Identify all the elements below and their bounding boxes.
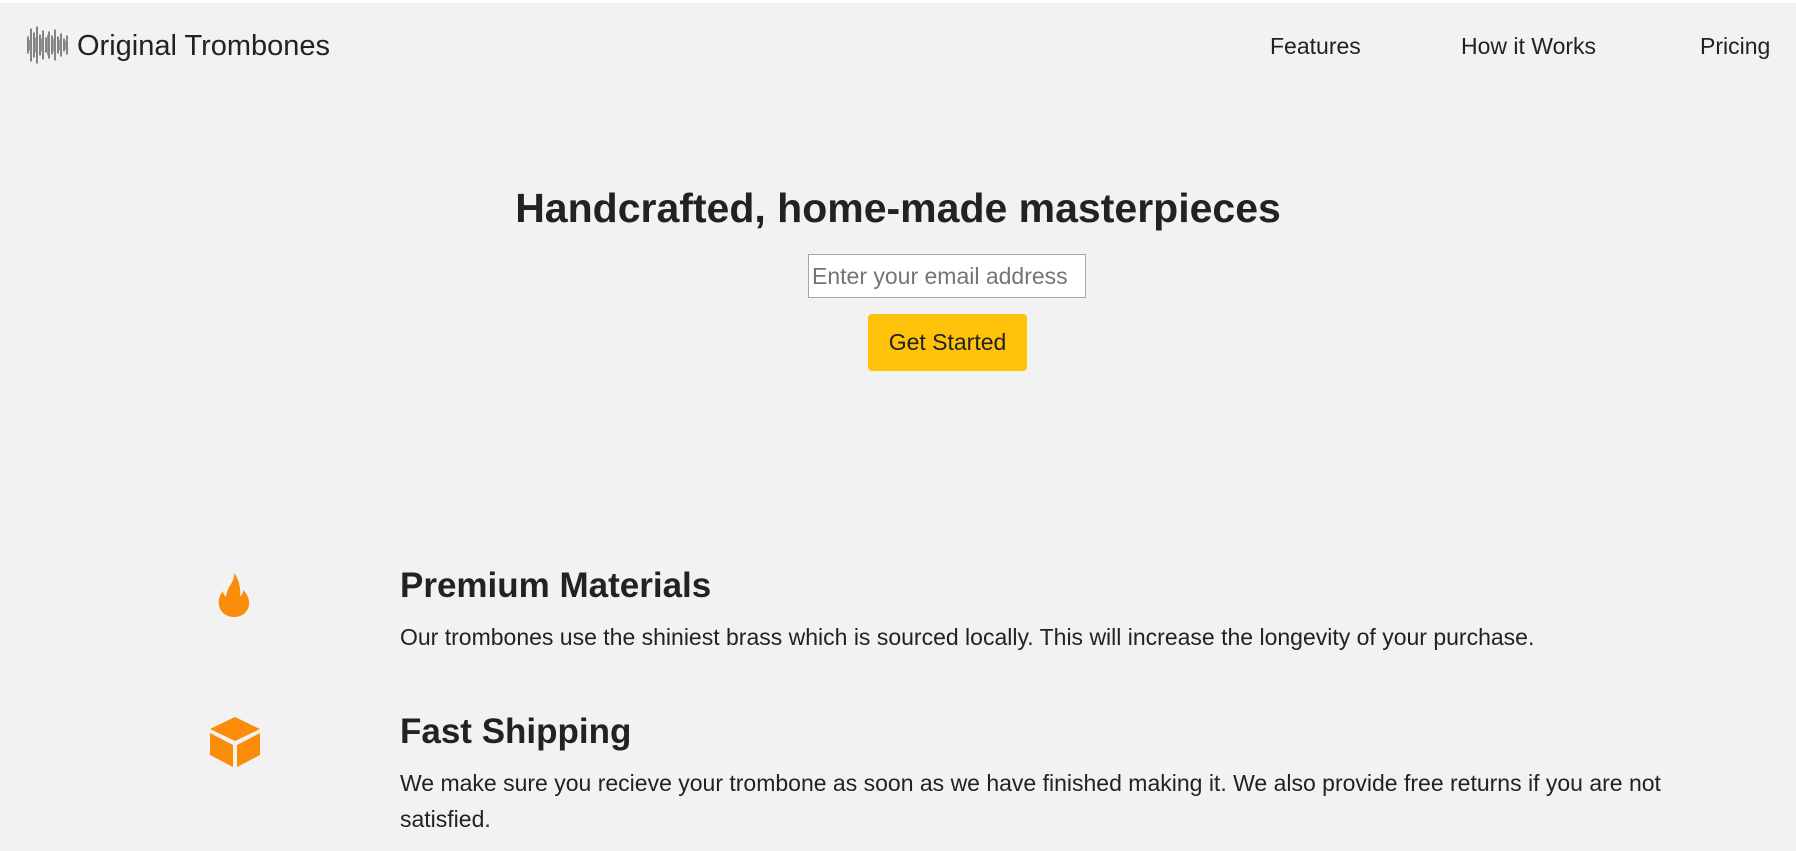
- site-header: Original Trombones Features How it Works…: [0, 3, 1796, 89]
- sound-wave-logo-icon[interactable]: [26, 23, 70, 67]
- get-started-button[interactable]: Get Started: [868, 314, 1027, 371]
- email-input[interactable]: [808, 254, 1086, 298]
- nav-link-pricing[interactable]: Pricing: [1700, 31, 1770, 61]
- nav-link-how-it-works[interactable]: How it Works: [1461, 31, 1596, 61]
- fire-icon: [205, 565, 265, 625]
- feature-title-fast-shipping: Fast Shipping: [400, 712, 632, 751]
- brand-name: Original Trombones: [77, 30, 331, 62]
- hero-title: Handcrafted, home-made masterpieces: [515, 185, 1281, 231]
- feature-description-premium-materials: Our trombones use the shiniest brass whi…: [400, 624, 1535, 650]
- landing-page: Original Trombones Features How it Works…: [0, 3, 1796, 851]
- nav-link-features[interactable]: Features: [1270, 31, 1361, 61]
- box-icon: [205, 711, 265, 771]
- feature-title-premium-materials: Premium Materials: [400, 566, 712, 605]
- feature-description-fast-shipping: We make sure you recieve your trombone a…: [400, 770, 1661, 832]
